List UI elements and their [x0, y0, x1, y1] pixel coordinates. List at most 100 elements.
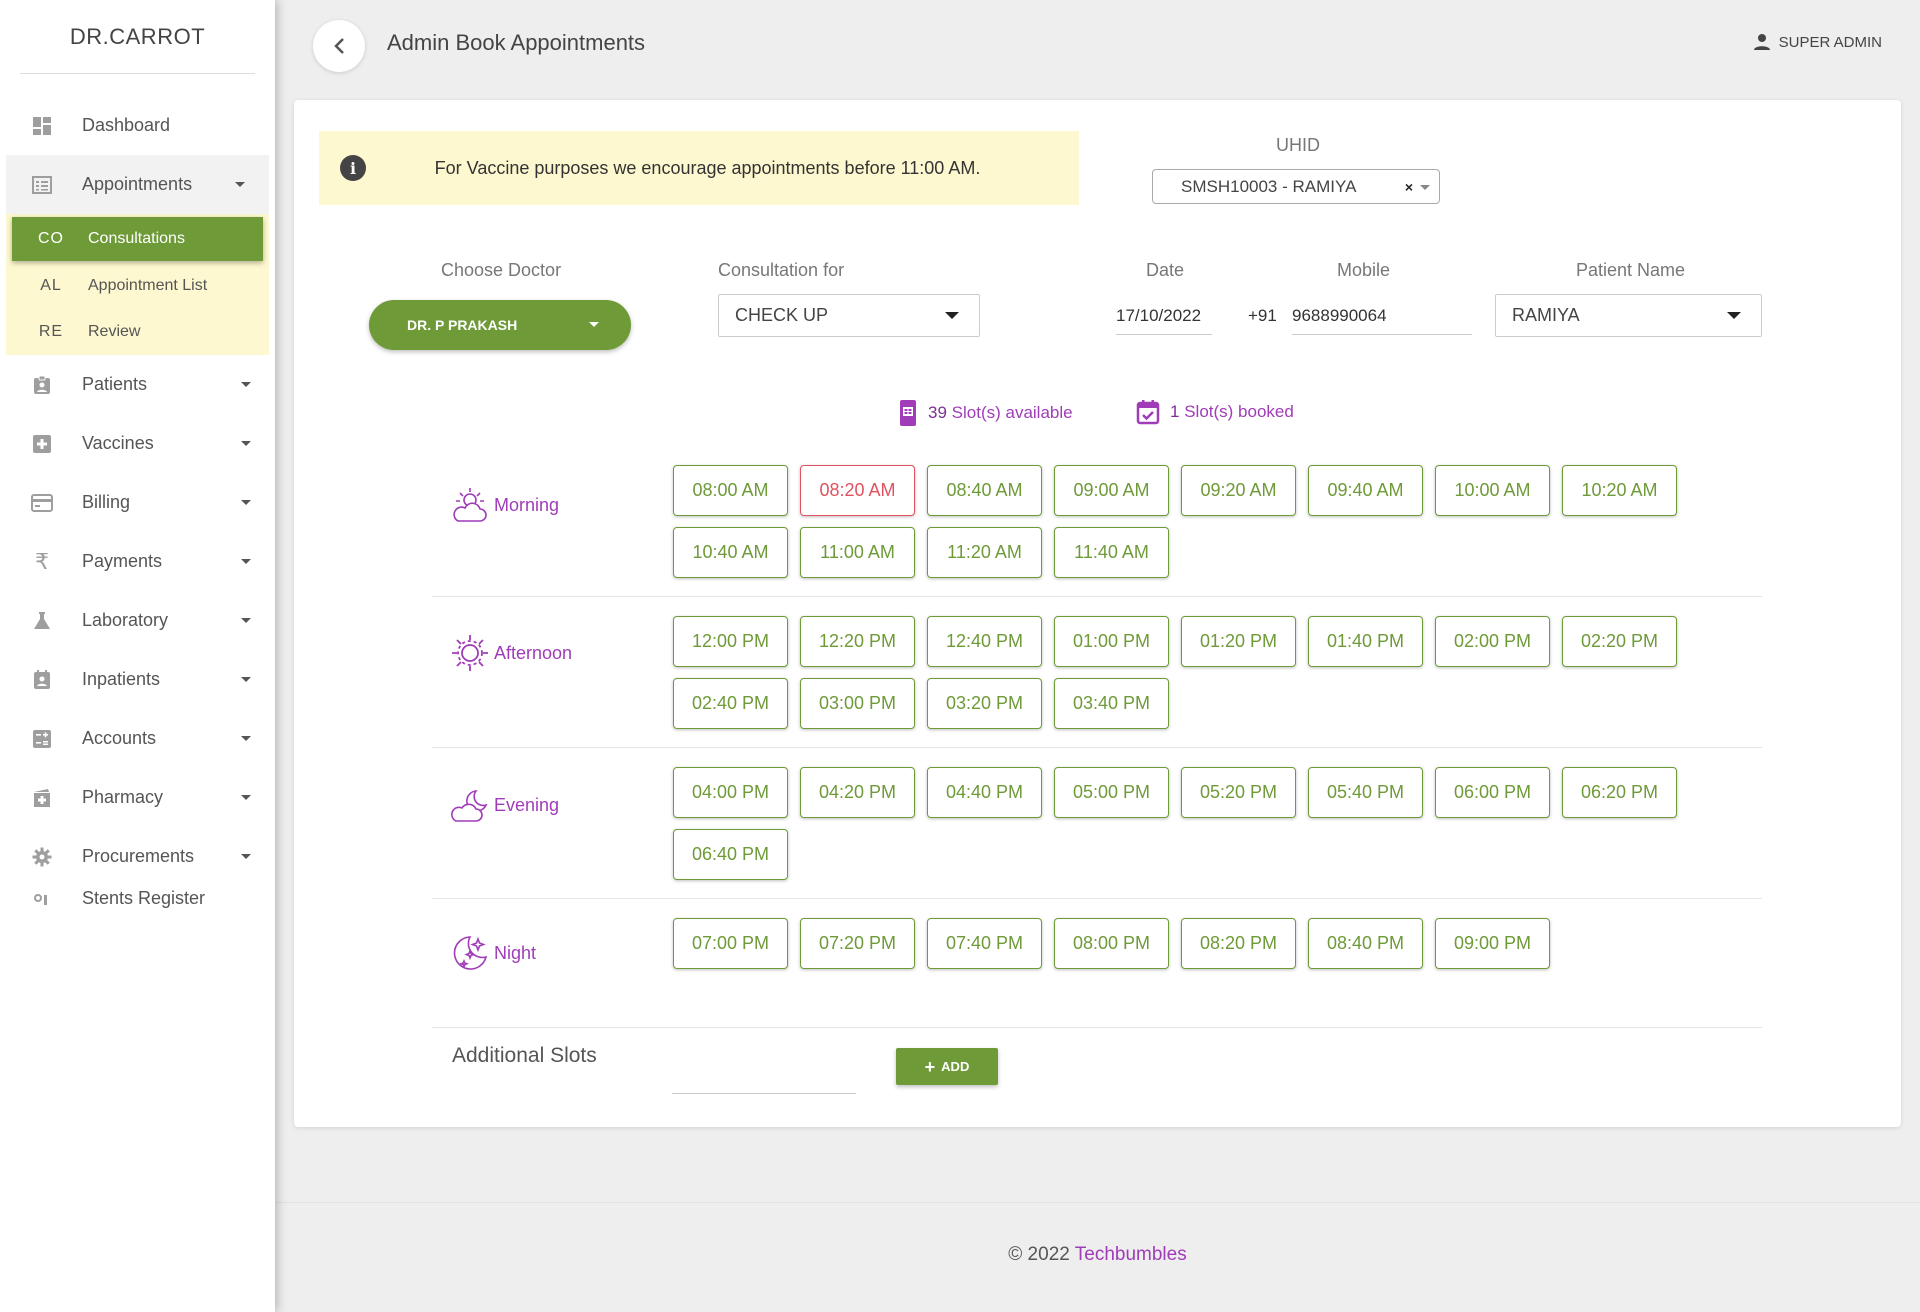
stent-icon	[30, 888, 54, 912]
time-slot[interactable]: 09:40 AM	[1308, 465, 1423, 516]
time-slot[interactable]: 06:20 PM	[1562, 767, 1677, 818]
plus-icon: +	[924, 1056, 936, 1077]
time-slot[interactable]: 10:20 AM	[1562, 465, 1677, 516]
time-slot[interactable]: 03:20 PM	[927, 678, 1042, 729]
time-slot[interactable]: 11:00 AM	[800, 527, 915, 578]
period-night: Night 07:00 PM 07:20 PM 07:40 PM 08:00 PM 08…	[432, 918, 1762, 1028]
time-slot[interactable]: 10:40 AM	[673, 527, 788, 578]
sidebar-item-procurements[interactable]: Procurements	[0, 827, 275, 886]
sidebar-item-appointments[interactable]: Appointments	[6, 155, 269, 214]
sidebar-item-accounts[interactable]: Accounts	[0, 709, 275, 768]
time-slot[interactable]: 08:00 AM	[673, 465, 788, 516]
sidebar-item-billing[interactable]: Billing	[0, 473, 275, 532]
time-slot[interactable]: 01:40 PM	[1308, 616, 1423, 667]
page-title: Admin Book Appointments	[387, 30, 646, 55]
sidebar-item-stents-register[interactable]: Stents Register	[0, 886, 275, 912]
additional-slot-input[interactable]	[672, 1044, 856, 1094]
doctor-value: DR. P PRAKASH	[407, 317, 518, 333]
gear-icon	[30, 845, 54, 869]
additional-slots-label: Additional Slots	[452, 1044, 597, 1067]
time-slot[interactable]: 07:00 PM	[673, 918, 788, 969]
sidebar-item-inpatients[interactable]: Inpatients	[0, 650, 275, 709]
time-slot[interactable]: 02:20 PM	[1562, 616, 1677, 667]
chevron-left-icon	[334, 38, 344, 54]
time-slot[interactable]: 05:00 PM	[1054, 767, 1169, 818]
sidebar-subitem-review[interactable]: RE Review	[12, 311, 263, 355]
time-slot[interactable]: 11:40 AM	[1054, 527, 1169, 578]
sidebar-item-pharmacy[interactable]: Pharmacy	[0, 768, 275, 827]
add-button-label: ADD	[941, 1059, 970, 1074]
contact-icon	[30, 668, 54, 692]
time-slot[interactable]: 07:40 PM	[927, 918, 1042, 969]
booked-text: Slot(s) booked	[1184, 402, 1294, 421]
time-slot[interactable]: 04:40 PM	[927, 767, 1042, 818]
subitem-label: Consultations	[88, 230, 185, 247]
time-slot[interactable]: 08:20 PM	[1181, 918, 1296, 969]
time-slot[interactable]: 03:00 PM	[800, 678, 915, 729]
sidebar-item-vaccines[interactable]: Vaccines	[0, 414, 275, 473]
time-slot[interactable]: 09:00 AM	[1054, 465, 1169, 516]
chevron-down-icon	[241, 441, 251, 446]
time-slot[interactable]: 02:00 PM	[1435, 616, 1550, 667]
appointments-group: Appointments CO Consultations AL Appoint…	[6, 155, 269, 355]
time-slot[interactable]: 09:00 PM	[1435, 918, 1550, 969]
chevron-down-icon	[241, 559, 251, 564]
mobile-field[interactable]: 9688990064	[1292, 297, 1472, 335]
time-slot[interactable]: 01:20 PM	[1181, 616, 1296, 667]
time-slot[interactable]: 06:40 PM	[673, 829, 788, 880]
time-slot[interactable]: 07:20 PM	[800, 918, 915, 969]
credit-card-icon	[30, 491, 54, 515]
time-slot[interactable]: 08:40 PM	[1308, 918, 1423, 969]
booked-count: 1	[1170, 402, 1180, 421]
time-slot[interactable]: 05:20 PM	[1181, 767, 1296, 818]
uhid-select[interactable]: SMSH10003 - RAMIYA ×	[1152, 169, 1440, 204]
time-slot[interactable]: 06:00 PM	[1435, 767, 1550, 818]
subitem-label: Appointment List	[88, 277, 208, 294]
time-slot[interactable]: 01:00 PM	[1054, 616, 1169, 667]
doctor-select-button[interactable]: DR. P PRAKASH	[369, 300, 631, 350]
info-icon: i	[340, 155, 366, 181]
time-slot[interactable]: 08:40 AM	[927, 465, 1042, 516]
sidebar-item-laboratory[interactable]: Laboratory	[0, 591, 275, 650]
calendar-check-icon	[1136, 400, 1160, 425]
sidebar-item-label: Inpatients	[82, 669, 161, 689]
add-slot-button[interactable]: + ADD	[896, 1048, 998, 1085]
time-slot[interactable]: 04:20 PM	[800, 767, 915, 818]
time-slot[interactable]: 08:00 PM	[1054, 918, 1169, 969]
chevron-down-icon	[241, 500, 251, 505]
sidebar-item-patients[interactable]: Patients	[0, 355, 275, 414]
footer-brand-link[interactable]: Techbumbles	[1075, 1244, 1187, 1265]
time-slot[interactable]: 11:20 AM	[927, 527, 1042, 578]
back-button[interactable]	[313, 20, 365, 72]
period-label: Morning	[450, 485, 559, 525]
time-slot[interactable]: 04:00 PM	[673, 767, 788, 818]
phone-calendar-icon	[900, 400, 916, 426]
time-slot[interactable]: 02:40 PM	[673, 678, 788, 729]
person-icon	[1753, 34, 1770, 50]
chevron-down-icon	[241, 736, 251, 741]
available-text: Slot(s) available	[951, 403, 1073, 422]
time-slot[interactable]: 03:40 PM	[1054, 678, 1169, 729]
slot-grid: 07:00 PM 07:20 PM 07:40 PM 08:00 PM 08:20 PM…	[673, 918, 1743, 969]
sidebar-item-dashboard[interactable]: Dashboard	[0, 96, 275, 155]
sun-icon	[452, 635, 488, 671]
time-slot[interactable]: 12:40 PM	[927, 616, 1042, 667]
time-slot[interactable]: 12:00 PM	[673, 616, 788, 667]
time-slot-booked[interactable]: 08:20 AM	[800, 465, 915, 516]
sidebar-item-label: Appointments	[82, 174, 193, 194]
patient-name-value: RAMIYA	[1512, 305, 1580, 325]
patient-name-select[interactable]: RAMIYA	[1495, 294, 1762, 337]
period-evening: Evening 04:00 PM 04:20 PM 04:40 PM 05:00 PM…	[432, 767, 1762, 899]
sidebar-subitem-appointment-list[interactable]: AL Appointment List	[12, 264, 263, 308]
date-field[interactable]: 17/10/2022	[1116, 297, 1212, 335]
user-menu[interactable]: SUPER ADMIN	[1753, 33, 1882, 51]
time-slot[interactable]: 05:40 PM	[1308, 767, 1423, 818]
sidebar-item-payments[interactable]: ₹ Payments	[0, 532, 275, 591]
sidebar-subitem-consultations[interactable]: CO Consultations	[12, 217, 263, 261]
time-slot[interactable]: 10:00 AM	[1435, 465, 1550, 516]
consultation-select[interactable]: CHECK UP	[718, 294, 980, 337]
clear-icon[interactable]: ×	[1405, 179, 1413, 195]
cloud-moon-icon	[451, 790, 488, 822]
time-slot[interactable]: 12:20 PM	[800, 616, 915, 667]
time-slot[interactable]: 09:20 AM	[1181, 465, 1296, 516]
